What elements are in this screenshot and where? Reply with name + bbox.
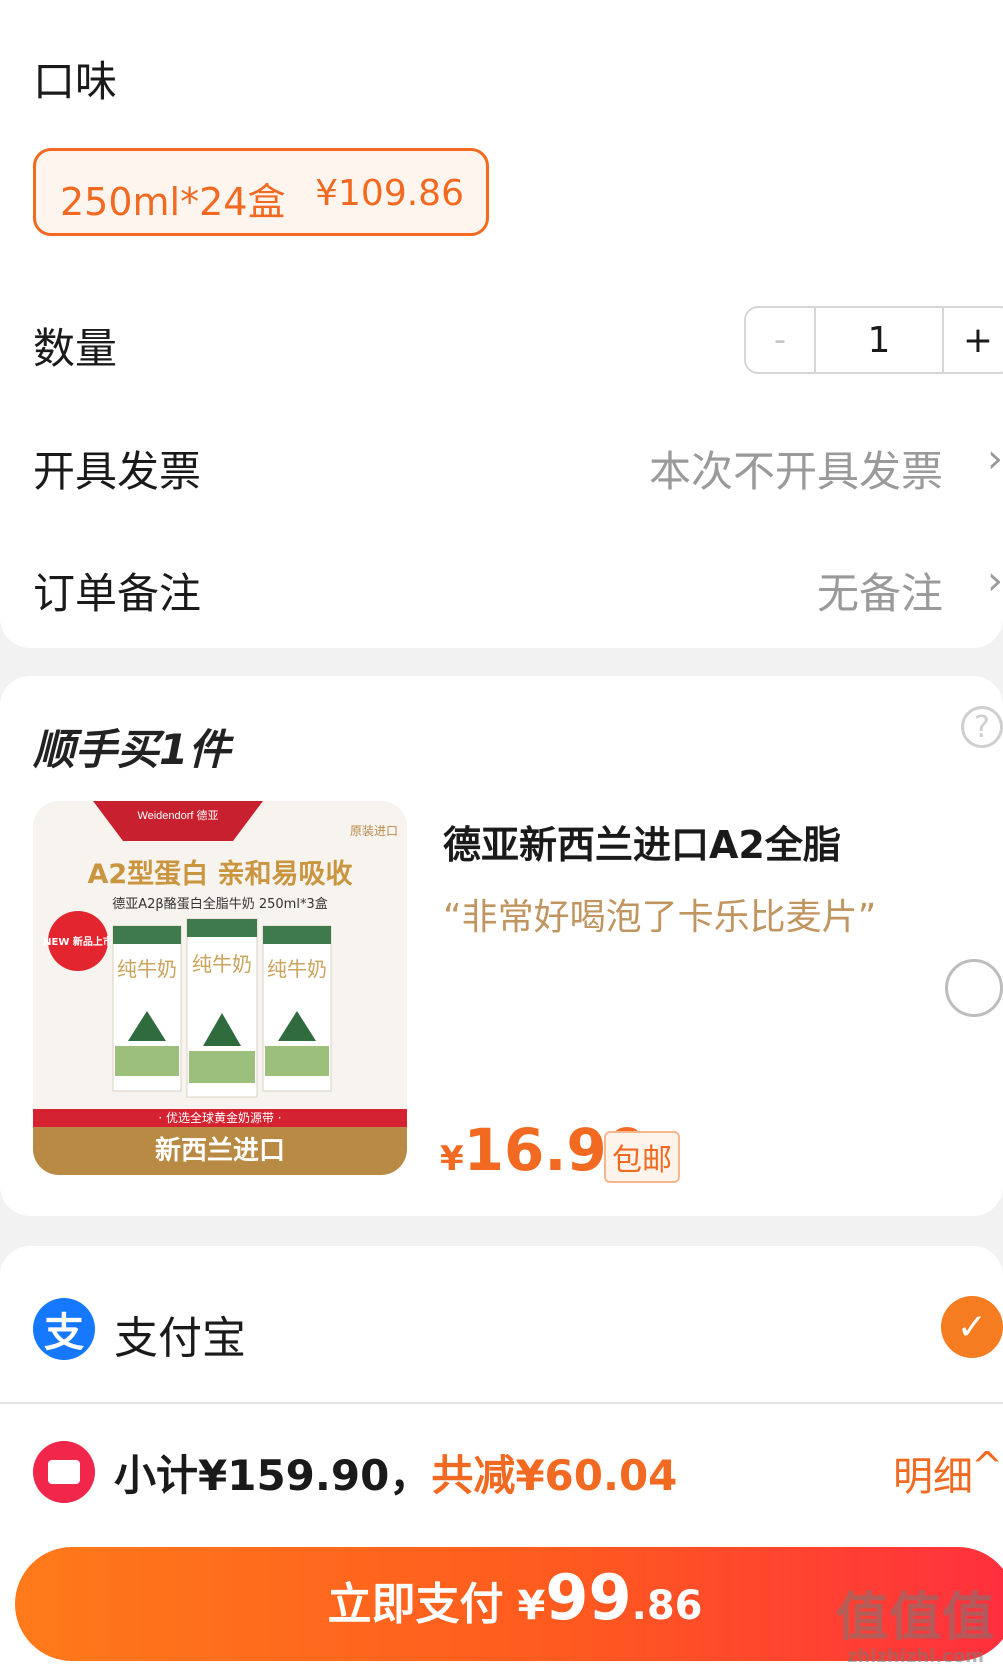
product-headline: A2型蛋白 亲和易吸收 xyxy=(87,858,352,890)
chevron-right-icon: › xyxy=(987,558,1003,604)
flavor-option-chip[interactable]: 250ml*24盒 ¥109.86 xyxy=(33,148,489,236)
product-subline: 德亚A2β酪蛋白全脂牛奶 250ml*3盒 xyxy=(112,896,327,912)
checkmark-icon[interactable]: ✓ xyxy=(941,1296,1003,1358)
decrement-button[interactable]: - xyxy=(746,308,816,372)
order-note-value: 无备注 xyxy=(816,569,943,618)
new-badge-text: NEW 新品上市 xyxy=(43,935,113,948)
product-banner-main: 新西兰进口 xyxy=(155,1135,285,1166)
invoice-row[interactable]: 本次不开具发票 › xyxy=(0,430,1003,500)
increment-button[interactable]: + xyxy=(944,308,1003,372)
divider xyxy=(0,1402,1003,1404)
product-origin-tag: 原装进口 xyxy=(350,824,398,838)
product-image[interactable]: Weidendorf 德亚 原装进口 A2型蛋白 亲和易吸收 德亚A2β酪蛋白全… xyxy=(33,801,407,1175)
subtotal-summary: 小计¥159.90，共减¥60.04 xyxy=(114,1442,677,1503)
product-brand-text: Weidendorf 德亚 xyxy=(137,808,218,822)
addon-title: 顺手买1件 xyxy=(33,725,231,774)
pay-button-amount-integer: 99 xyxy=(545,1561,632,1634)
quantity-label: 数量 xyxy=(33,324,118,373)
watermark-logo: 值值值 xyxy=(835,1588,995,1648)
free-shipping-badge: 包邮 xyxy=(604,1131,680,1183)
invoice-value: 本次不开具发票 xyxy=(648,447,943,496)
svg-text:纯牛奶: 纯牛奶 xyxy=(192,952,252,976)
svg-text:纯牛奶: 纯牛奶 xyxy=(117,957,177,981)
alipay-icon: 支 xyxy=(33,1298,95,1360)
flavor-option-price: ¥109.86 xyxy=(315,173,464,214)
addon-product-quote: “非常好喝泡了卡乐比麦片” xyxy=(443,897,877,938)
quantity-stepper: - 1 + xyxy=(744,306,1003,374)
svg-text:纯牛奶: 纯牛奶 xyxy=(267,957,327,981)
detail-link[interactable]: 明细 xyxy=(893,1444,973,1502)
addon-product-title[interactable]: 德亚新西兰进口A2全脂 xyxy=(443,814,841,869)
order-note-row[interactable]: 无备注 › xyxy=(0,552,1003,622)
discount-text: 共减¥60.04 xyxy=(431,1451,678,1500)
flavor-option-name: 250ml*24盒 xyxy=(60,180,286,224)
order-options-card: 口味 250ml*24盒 ¥109.86 数量 - 1 + 开具发票 本次不开具… xyxy=(0,0,1003,648)
quantity-value[interactable]: 1 xyxy=(816,308,944,372)
pay-button-amount-decimal: .86 xyxy=(631,1583,703,1629)
milk-cartons: 纯牛奶 纯牛奶 纯牛奶 xyxy=(112,918,332,1098)
chevron-up-icon[interactable]: ^ xyxy=(971,1444,1003,1488)
pay-button-currency: ¥ xyxy=(517,1583,546,1629)
watermark: 值值值 zhizhizhi.com xyxy=(836,1575,995,1667)
addon-price-currency: ¥ xyxy=(440,1139,464,1179)
addon-select-radio[interactable] xyxy=(945,959,1003,1017)
chevron-right-icon: › xyxy=(987,436,1003,482)
payment-card: 支 支付宝 ✓ 小计¥159.90，共减¥60.04 明细 ^ 立即支付 ¥ 9… xyxy=(0,1246,1003,1677)
coupon-icon xyxy=(33,1441,95,1503)
alipay-label: 支付宝 xyxy=(114,1313,246,1364)
addon-card: 顺手买1件 ? Weidendorf 德亚 原装进口 A2型蛋白 亲和易吸收 德… xyxy=(0,676,1003,1216)
subtotal-text: 小计¥159.90， xyxy=(114,1451,432,1500)
pay-button-label: 立即支付 xyxy=(327,1579,504,1630)
product-banner-top: · 优选全球黄金奶源带 · xyxy=(158,1110,281,1125)
watermark-url: zhizhizhi.com xyxy=(846,1646,984,1667)
product-image-svg: Weidendorf 德亚 原装进口 A2型蛋白 亲和易吸收 德亚A2β酪蛋白全… xyxy=(33,801,407,1175)
flavor-label: 口味 xyxy=(33,57,118,106)
help-icon[interactable]: ? xyxy=(961,706,1003,748)
